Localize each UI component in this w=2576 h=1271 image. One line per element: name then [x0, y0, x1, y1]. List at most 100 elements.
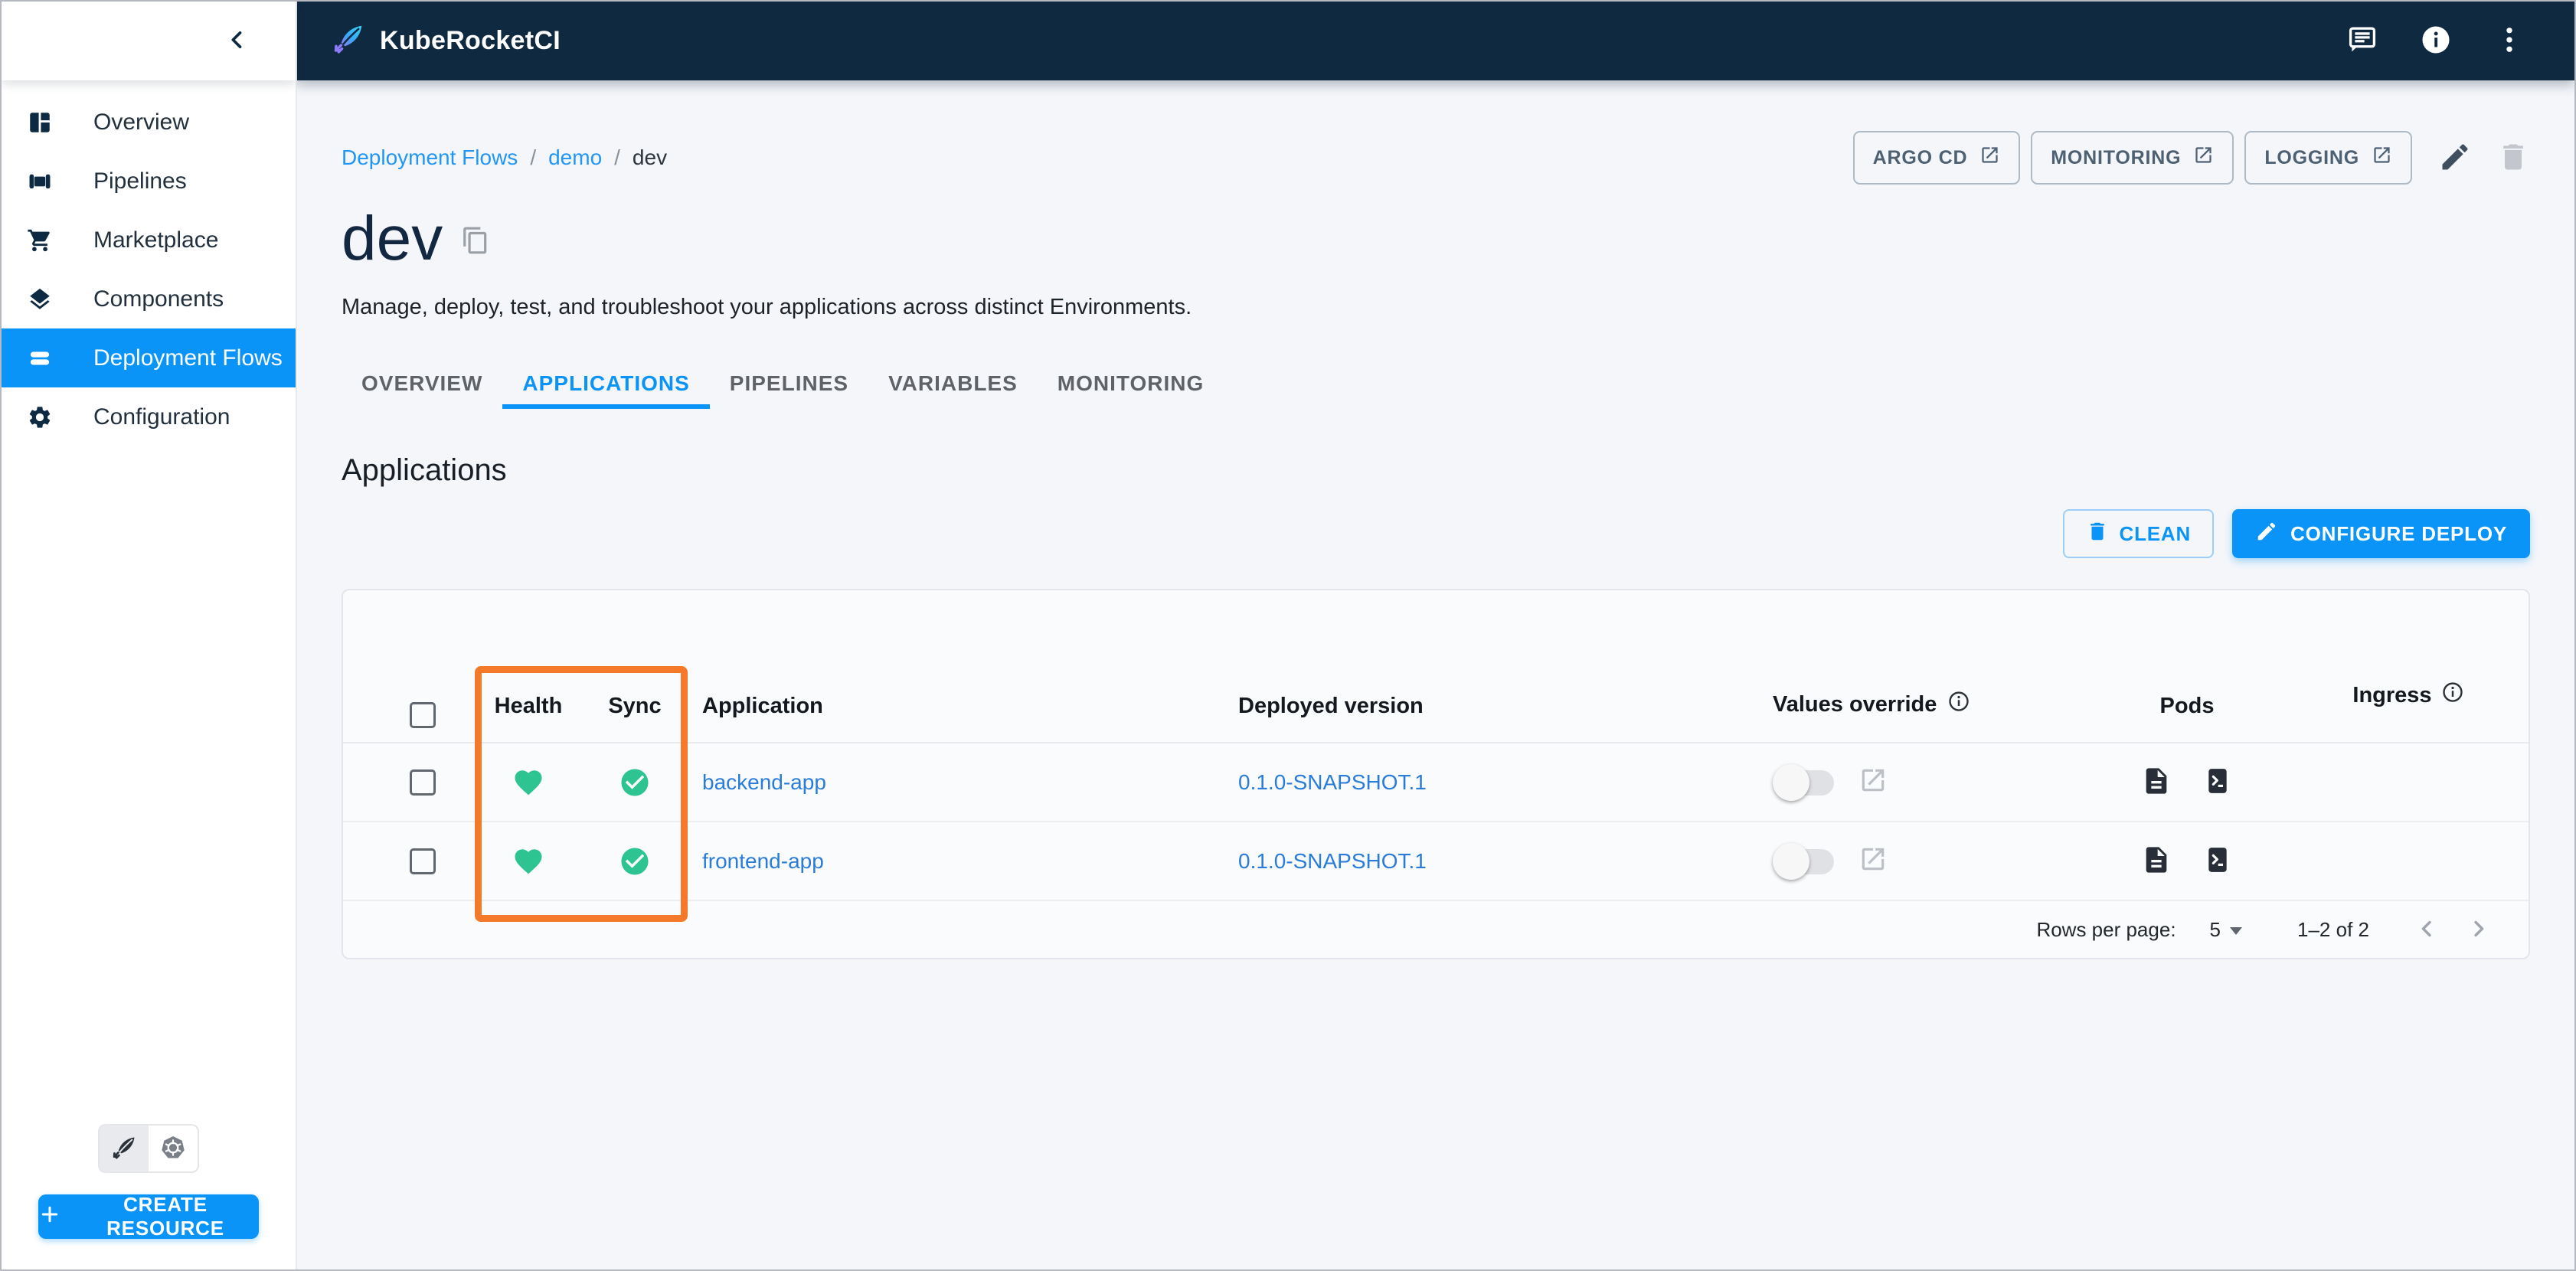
external-link-icon — [2372, 145, 2392, 171]
argo-cd-link-button[interactable]: ARGO CD — [1852, 131, 2021, 185]
tab-monitoring[interactable]: MONITORING — [1038, 363, 1224, 409]
external-link-icon — [1979, 145, 2000, 171]
tab-variables[interactable]: VARIABLES — [868, 363, 1038, 409]
health-healthy-icon — [475, 766, 582, 799]
section-title: Applications — [342, 453, 507, 488]
row-checkbox[interactable] — [410, 848, 436, 874]
chevron-left-icon — [224, 27, 250, 55]
sync-synced-icon — [582, 766, 688, 799]
pencil-icon — [2255, 520, 2278, 548]
logging-link-button[interactable]: LOGGING — [2244, 131, 2412, 185]
sidebar-item-overview[interactable]: Overview — [2, 93, 296, 152]
kubernetes-logo-button[interactable] — [149, 1126, 198, 1171]
document-icon — [2141, 766, 2172, 799]
document-icon — [2141, 845, 2172, 877]
overflow-menu-button[interactable] — [2493, 24, 2525, 58]
previous-page-button[interactable] — [2414, 916, 2440, 944]
dashboard-icon — [26, 109, 54, 136]
next-page-button[interactable] — [2466, 916, 2492, 944]
external-link-icon — [1858, 845, 1888, 877]
monitoring-link-button[interactable]: MONITORING — [2031, 131, 2234, 185]
select-all-checkbox[interactable] — [410, 702, 436, 729]
info-icon[interactable] — [2441, 681, 2464, 710]
column-header-application: Application — [702, 694, 823, 719]
table-pagination: Rows per page: 5 1–2 of 2 — [343, 901, 2529, 958]
pod-details-button[interactable] — [2141, 766, 2172, 799]
sidebar-item-marketplace[interactable]: Marketplace — [2, 211, 296, 270]
breadcrumb-separator: / — [530, 145, 537, 169]
feedback-button[interactable] — [2346, 24, 2378, 58]
pod-details-button[interactable] — [2141, 845, 2172, 877]
layers-icon — [26, 286, 54, 313]
pagination-range: 1–2 of 2 — [2297, 917, 2369, 941]
sidebar-item-label: Overview — [93, 109, 190, 135]
clean-button[interactable]: CLEAN — [2062, 509, 2215, 559]
breadcrumb: Deployment Flows / demo / dev — [342, 145, 667, 170]
quick-link-label: ARGO CD — [1872, 146, 1968, 168]
applications-table-card: Health Sync Application Deployed version… — [342, 589, 2530, 960]
create-resource-label: CREATE RESOURCE — [106, 1193, 224, 1240]
values-override-toggle[interactable] — [1773, 763, 1839, 801]
application-link[interactable]: frontend-app — [702, 849, 824, 873]
caret-down-icon — [2230, 926, 2243, 935]
create-resource-button[interactable]: CREATE RESOURCE — [38, 1193, 259, 1240]
quill-logo-button[interactable] — [100, 1126, 149, 1171]
pod-terminal-button[interactable] — [2202, 845, 2233, 877]
tab-pipelines[interactable]: PIPELINES — [710, 363, 868, 409]
values-override-toggle[interactable] — [1773, 842, 1839, 880]
sidebar-item-label: Configuration — [93, 404, 230, 430]
quill-icon — [110, 1134, 138, 1164]
page-content: Deployment Flows / demo / dev ARGO CD MO… — [297, 80, 2574, 1269]
rows-per-page-value: 5 — [2209, 917, 2221, 941]
table-row-frontend-app: frontend-app 0.1.0-SNAPSHOT.1 — [343, 822, 2529, 902]
deployed-version-link[interactable]: 0.1.0-SNAPSHOT.1 — [1238, 770, 1427, 794]
pencil-icon — [2438, 140, 2472, 176]
sidebar-nav: Overview Pipelines Marketplace Component… — [2, 80, 296, 446]
info-button[interactable] — [2420, 24, 2452, 58]
edit-flow-button[interactable] — [2438, 140, 2472, 176]
sidebar-item-label: Marketplace — [93, 227, 219, 253]
kebab-menu-icon — [2493, 24, 2525, 58]
rows-per-page-select[interactable]: 5 — [2209, 917, 2243, 942]
cart-icon — [26, 227, 54, 254]
configure-deploy-label: CONFIGURE DEPLOY — [2290, 521, 2507, 545]
copy-name-button[interactable] — [461, 226, 490, 257]
row-checkbox[interactable] — [410, 769, 436, 796]
sidebar-item-deployment-flows[interactable]: Deployment Flows — [2, 328, 296, 387]
configure-deploy-button[interactable]: CONFIGURE DEPLOY — [2232, 509, 2530, 559]
tabs: OVERVIEW APPLICATIONS PIPELINES VARIABLE… — [342, 363, 2530, 410]
sidebar-item-configuration[interactable]: Configuration — [2, 387, 296, 446]
pod-terminal-button[interactable] — [2202, 766, 2233, 799]
sidebar-collapse-button[interactable] — [216, 20, 259, 63]
brand-logo-icon — [331, 21, 366, 60]
chevron-right-icon — [2466, 916, 2492, 944]
info-icon — [2420, 24, 2452, 58]
app-window: Overview Pipelines Marketplace Component… — [0, 0, 2576, 1271]
breadcrumb-demo[interactable]: demo — [548, 145, 602, 170]
gear-icon — [26, 404, 54, 431]
terminal-icon — [2202, 766, 2233, 799]
delete-flow-button[interactable] — [2496, 140, 2530, 176]
topbar: KubeRocketCI — [297, 2, 2574, 80]
plus-icon — [38, 1203, 61, 1231]
deployed-version-link[interactable]: 0.1.0-SNAPSHOT.1 — [1238, 849, 1427, 873]
tab-applications[interactable]: APPLICATIONS — [502, 363, 710, 410]
logo-style-toggle — [98, 1124, 199, 1173]
deployment-flows-icon — [26, 345, 54, 372]
chevron-left-icon — [2414, 916, 2440, 944]
sidebar-item-pipelines[interactable]: Pipelines — [2, 152, 296, 211]
page-subtitle: Manage, deploy, test, and troubleshoot y… — [342, 295, 1192, 320]
info-icon[interactable] — [1947, 690, 1970, 719]
sidebar-item-components[interactable]: Components — [2, 270, 296, 328]
tab-overview[interactable]: OVERVIEW — [342, 363, 502, 409]
table-actions: CLEAN CONFIGURE DEPLOY — [342, 509, 2530, 559]
quick-actions: ARGO CD MONITORING LOGGING — [1842, 131, 2530, 185]
quick-link-label: LOGGING — [2264, 146, 2359, 168]
topbar-actions — [2346, 24, 2525, 58]
brand-name: KubeRocketCI — [380, 26, 561, 55]
breadcrumb-deployment-flows[interactable]: Deployment Flows — [342, 145, 518, 170]
clean-label: CLEAN — [2119, 521, 2192, 545]
sidebar-item-label: Deployment Flows — [93, 345, 283, 371]
application-link[interactable]: backend-app — [702, 770, 826, 794]
page-title: dev — [342, 204, 443, 273]
